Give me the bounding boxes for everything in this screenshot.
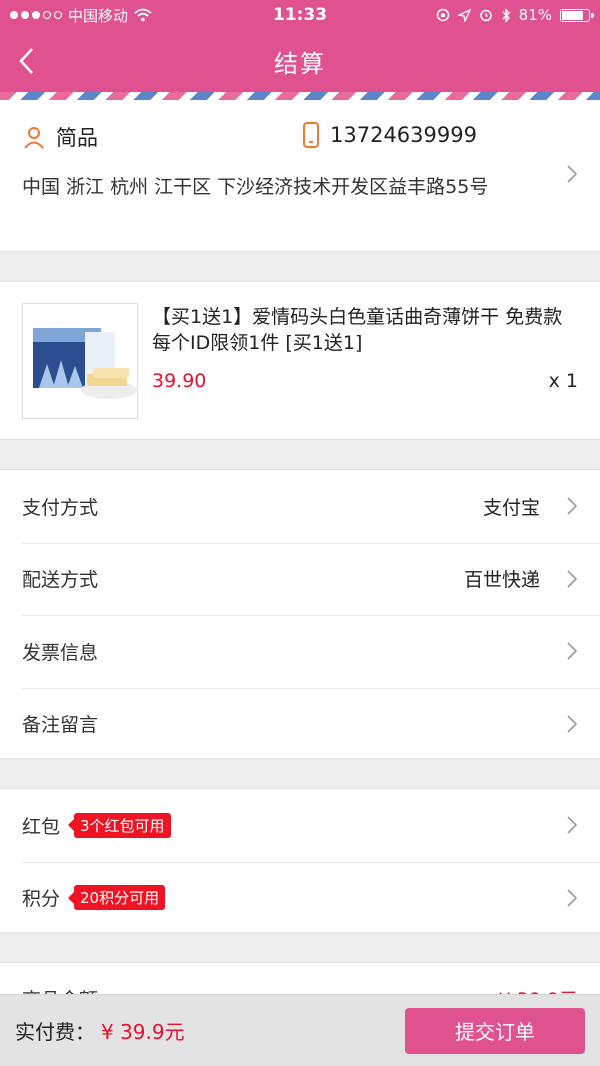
- payment-method-row[interactable]: 支付方式 支付宝: [0, 470, 600, 543]
- row-label: 积分: [22, 888, 61, 911]
- recipient-phone: 13724639999: [330, 123, 477, 147]
- alarm-icon: [479, 9, 492, 22]
- row-label: 支付方式: [22, 496, 99, 519]
- delivery-method-row[interactable]: 配送方式 百世快递: [0, 542, 600, 616]
- page-title: 结算: [274, 49, 326, 78]
- chevron-right-icon: [567, 715, 578, 733]
- row-value: 支付宝: [482, 496, 540, 519]
- product-quantity: x 1: [548, 370, 578, 392]
- red-packet-row[interactable]: 红包 3个红包可用: [0, 789, 600, 862]
- available-badge: 3个红包可用: [74, 812, 171, 838]
- back-button[interactable]: [18, 44, 48, 78]
- row-label: 发票信息: [22, 641, 99, 664]
- points-row[interactable]: 积分 20积分可用: [0, 861, 600, 935]
- chevron-right-icon: [567, 165, 578, 183]
- orientation-lock-icon: [436, 8, 449, 22]
- chevron-right-icon: [567, 889, 578, 907]
- signal-icon: [10, 11, 62, 19]
- discount-options: 红包 3个红包可用 积分 20积分可用: [0, 788, 600, 933]
- row-value: 百世快递: [463, 569, 540, 592]
- nav-bar: 结算: [0, 30, 600, 92]
- address-card[interactable]: 简品 13724639999 中国 浙江 杭州 江干区 下沙经济技术开发区益丰路…: [0, 100, 600, 252]
- battery-percent: 81%: [518, 6, 552, 24]
- wifi-icon: [134, 8, 152, 22]
- row-label: 红包: [22, 815, 61, 838]
- invoice-info-row[interactable]: 发票信息: [0, 615, 600, 688]
- delivery-address: 中国 浙江 杭州 江干区 下沙经济技术开发区益丰路55号: [22, 176, 489, 198]
- chevron-right-icon: [567, 570, 578, 588]
- carrier-name: 中国移动: [68, 6, 129, 25]
- recipient-name: 简品: [56, 126, 98, 150]
- pay-label: 实付费：: [15, 1020, 95, 1044]
- row-label: 配送方式: [22, 569, 99, 592]
- order-options: 支付方式 支付宝 配送方式 百世快递 发票信息 备注留言: [0, 469, 600, 759]
- product-title: 【买1送1】爱情码头白色童话曲奇薄饼干 免费款每个ID限领1件 [买1送1]: [152, 306, 563, 354]
- top-bar: 中国移动 11:33 81% 结算: [0, 0, 600, 92]
- checkout-bar: 实付费： ¥ 39.9元 提交订单: [0, 994, 600, 1066]
- battery-icon: [560, 8, 594, 22]
- available-badge: 20积分可用: [74, 885, 166, 911]
- product-price: 39.90: [152, 370, 207, 392]
- chevron-right-icon: [567, 642, 578, 660]
- phone-icon: [303, 122, 319, 148]
- chevron-left-icon: [19, 48, 33, 74]
- chevron-right-icon: [567, 497, 578, 515]
- row-label: 备注留言: [22, 714, 99, 737]
- status-bar: 中国移动 11:33 81%: [0, 0, 600, 30]
- location-icon: [457, 8, 471, 22]
- product-card[interactable]: 【买1送1】爱情码头白色童话曲奇薄饼干 免费款每个ID限领1件 [买1送1] 3…: [0, 281, 600, 440]
- person-icon: [24, 127, 44, 149]
- remark-row[interactable]: 备注留言: [0, 687, 600, 761]
- submit-order-button[interactable]: 提交订单: [405, 1007, 585, 1054]
- product-image: [22, 303, 138, 419]
- bluetooth-icon: [502, 7, 510, 23]
- pay-amount: ¥ 39.9元: [101, 1020, 185, 1044]
- chevron-right-icon: [567, 816, 578, 834]
- airmail-border: [0, 92, 600, 100]
